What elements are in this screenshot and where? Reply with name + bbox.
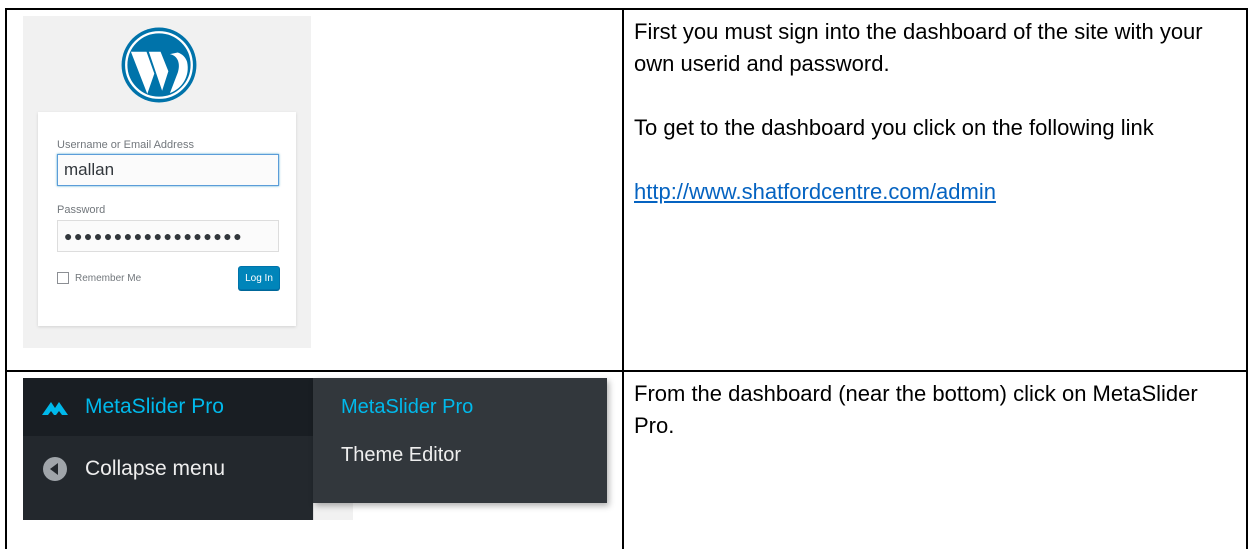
content-area-edge <box>313 503 353 520</box>
instruction-sign-in: First you must sign into the dashboard o… <box>634 19 1203 76</box>
collapse-menu[interactable]: Collapse menu <box>23 440 313 498</box>
submenu-item-metaslider[interactable]: MetaSlider Pro <box>341 396 473 419</box>
instruction-dashboard-link: To get to the dashboard you click on the… <box>634 115 1154 140</box>
login-screenshot-cell: Username or Email Address Password ●●●●●… <box>5 8 624 372</box>
collapse-menu-label: Collapse menu <box>85 457 226 480</box>
username-label: Username or Email Address <box>57 139 194 151</box>
submenu-flyout: MetaSlider Pro Theme Editor <box>313 378 607 503</box>
wordpress-login-screen: Username or Email Address Password ●●●●●… <box>23 16 311 348</box>
instruction-metaslider: From the dashboard (near the bottom) cli… <box>634 381 1198 438</box>
remember-me-label: Remember Me <box>75 272 142 284</box>
metaslider-instructions-cell: From the dashboard (near the bottom) cli… <box>622 370 1248 549</box>
login-instructions-cell: First you must sign into the dashboard o… <box>622 8 1248 372</box>
password-mask: ●●●●●●●●●●●●●●●●●● <box>64 228 244 244</box>
submenu-item-theme-editor[interactable]: Theme Editor <box>341 444 461 467</box>
admin-link[interactable]: http://www.shatfordcentre.com/admin <box>634 179 996 204</box>
password-label: Password <box>57 204 106 216</box>
instruction-table: Username or Email Address Password ●●●●●… <box>5 8 1248 549</box>
log-in-button[interactable]: Log In <box>238 266 280 290</box>
admin-sidebar: MetaSlider Pro Collapse menu <box>23 378 313 520</box>
step-row-metaslider: MetaSlider Pro Collapse menu MetaSlider … <box>5 370 1248 549</box>
password-field[interactable]: ●●●●●●●●●●●●●●●●●● <box>57 220 279 252</box>
step-row-login: Username or Email Address Password ●●●●●… <box>5 8 1248 372</box>
menu-screenshot-cell: MetaSlider Pro Collapse menu MetaSlider … <box>5 370 624 549</box>
remember-me-checkbox[interactable] <box>57 272 69 284</box>
wordpress-logo-icon <box>121 27 197 103</box>
collapse-arrow-icon <box>43 457 67 481</box>
metaslider-icon <box>42 402 68 415</box>
login-form: Username or Email Address Password ●●●●●… <box>38 112 296 326</box>
admin-menu-screenshot: MetaSlider Pro Collapse menu MetaSlider … <box>23 378 607 520</box>
sidebar-item-metaslider[interactable]: MetaSlider Pro <box>23 378 313 436</box>
username-field[interactable] <box>57 154 279 186</box>
sidebar-item-label: MetaSlider Pro <box>85 395 224 418</box>
remember-me[interactable]: Remember Me <box>57 272 141 284</box>
